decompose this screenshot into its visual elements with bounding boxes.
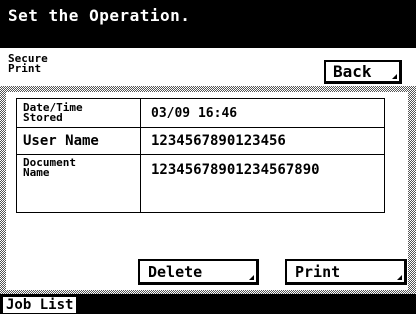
table-row: User Name 1234567890123456 xyxy=(16,127,385,155)
document-name-value: 12345678901234567890 xyxy=(140,154,385,213)
title-bar: Set the Operation. xyxy=(0,0,416,48)
date-time-label-line2: Stored xyxy=(23,111,63,124)
table-row: Date/Time Stored 03/09 16:46 xyxy=(16,98,385,128)
back-button[interactable]: Back xyxy=(324,60,402,84)
date-time-label: Date/Time Stored xyxy=(16,98,141,128)
document-name-label: Document Name xyxy=(16,154,141,213)
user-name-value: 1234567890123456 xyxy=(140,127,385,155)
date-time-value: 03/09 16:46 xyxy=(140,98,385,128)
mode-label: Secure Print xyxy=(8,53,48,75)
job-list-tab[interactable]: Job List xyxy=(2,296,78,314)
delete-button[interactable]: Delete xyxy=(138,259,259,285)
job-info-table: Date/Time Stored 03/09 16:46 User Name 1… xyxy=(16,98,385,213)
page-title: Set the Operation. xyxy=(8,6,191,25)
user-name-label: User Name xyxy=(16,127,141,155)
document-name-label-line2: Name xyxy=(23,166,50,179)
mode-label-line2: Print xyxy=(8,62,42,75)
table-row: Document Name 12345678901234567890 xyxy=(16,154,385,213)
print-button[interactable]: Print xyxy=(285,259,407,285)
